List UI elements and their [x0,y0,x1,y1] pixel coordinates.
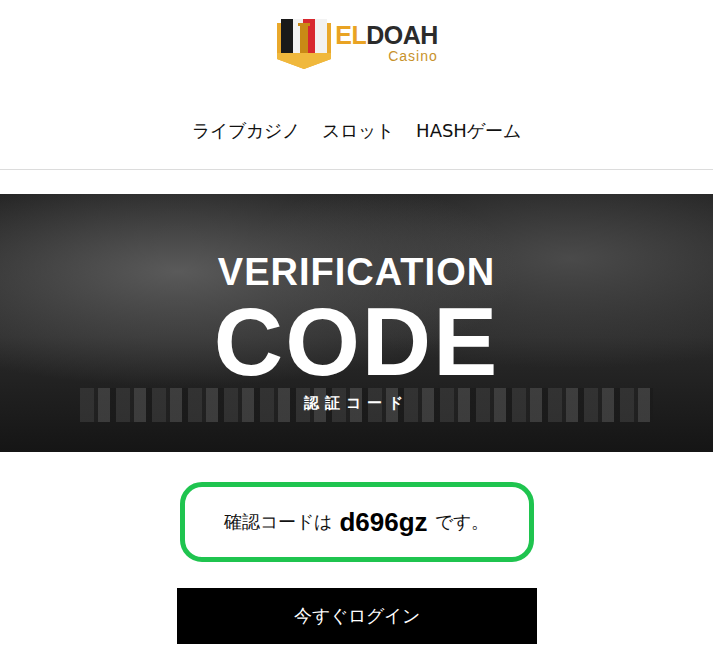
verification-code[interactable]: d696gz [339,507,427,538]
nav-item[interactable]: スロット [322,119,394,143]
nav-bar: ライブカジノスロット HASHゲーム [192,119,521,169]
login-button[interactable]: 今すぐログイン [177,588,537,644]
nav-item[interactable]: ライブカジノ [192,119,300,143]
message-after: です。 [435,510,489,534]
divider [0,169,713,170]
nav-item[interactable]: HASHゲーム [416,119,521,143]
logo-sub: Casino [388,49,438,63]
logo[interactable]: ELDOAH Casino [275,15,438,71]
code-box: 確認コードは d696gz です。 [180,482,534,562]
banner-headline: CODE [214,294,499,390]
message-before: 確認コードは [224,510,332,534]
header: ELDOAH Casino ライブカジノスロット HASHゲーム [0,0,713,169]
casino-tower-icon [275,15,333,71]
banner-subtitle: 認証コード [304,394,409,413]
email-page: ELDOAH Casino ライブカジノスロット HASHゲーム VERIFICA… [0,0,713,668]
logo-name: DOAH [366,21,438,49]
banner: VERIFICATION CODE 認証コード [0,194,713,452]
banner-title: VERIFICATION [218,250,495,294]
logo-text: ELDOAH Casino [335,23,438,63]
logo-accent: EL [335,21,366,49]
